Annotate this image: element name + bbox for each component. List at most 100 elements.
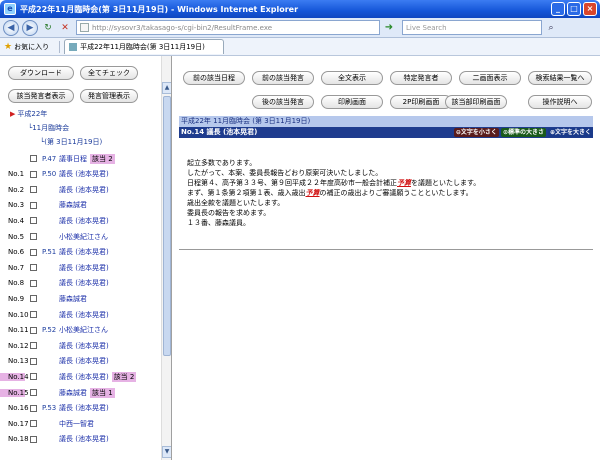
speaker-link[interactable]: 議長 (池本晃君) (59, 341, 109, 351)
list-item[interactable]: No.8 議長 (池本晃君) (0, 276, 160, 291)
speaker-link[interactable]: 議長 (池本晃君) (59, 372, 109, 382)
speech-checkbox[interactable] (30, 311, 37, 318)
list-item[interactable]: P.47 議事日程 該当 2 (0, 151, 160, 166)
speech-number: No.3 (8, 201, 25, 210)
prev-schedule-button[interactable]: 前の該当日程 (183, 71, 245, 85)
speech-checkbox[interactable] (30, 264, 37, 272)
prev-speech-button[interactable]: 前の該当発言 (252, 71, 314, 85)
speaker-link[interactable]: 議長 (池本晃君) (59, 247, 109, 257)
close-button[interactable]: × (583, 2, 597, 16)
list-item[interactable]: No.12 議長 (池本晃君) (0, 338, 160, 353)
speech-checkbox[interactable] (30, 326, 37, 334)
speaker-link[interactable]: 小松美紀江さん (59, 232, 108, 242)
list-item[interactable]: No.1 P.50 議長 (池本晃君) (0, 167, 160, 182)
check-all-button[interactable]: 全てチェック (80, 66, 138, 80)
list-item[interactable]: No.4 議長 (池本晃君) (0, 213, 160, 228)
stop-icon[interactable]: ✕ (58, 21, 72, 35)
speech-checkbox[interactable] (30, 435, 37, 443)
speaker-link[interactable]: 議事日程 (59, 154, 87, 164)
speaker-link[interactable]: 小松美紀江さん (59, 325, 108, 335)
list-item[interactable]: No.6 P.51 議長 (池本晃君) (0, 245, 160, 260)
list-item[interactable]: No.14 議長 (池本晃君) 該当 2 (0, 369, 160, 384)
list-item[interactable]: No.17 中西一智君 (0, 416, 160, 431)
divider (179, 249, 593, 250)
speaker-link[interactable]: 議長 (池本晃君) (59, 403, 109, 413)
speaker-link[interactable]: 議長 (池本晃君) (59, 185, 109, 195)
print-screen-button[interactable]: 印刷画面 (321, 95, 383, 109)
search-input[interactable]: Live Search (402, 20, 542, 35)
speaker-link[interactable]: 議長 (池本晃君) (59, 216, 109, 226)
forward-icon[interactable]: ▶ (22, 19, 38, 36)
search-icon[interactable]: ⌕ (544, 21, 558, 35)
speaker-link[interactable]: 議長 (池本晃君) (59, 310, 109, 320)
go-icon[interactable]: ➜ (382, 21, 396, 35)
speech-checkbox[interactable] (30, 389, 37, 396)
speech-checkbox[interactable] (30, 342, 37, 350)
refresh-icon[interactable]: ↻ (41, 21, 55, 35)
speech-checkbox[interactable] (30, 170, 37, 178)
specific-speaker-button[interactable]: 特定発言者 (390, 71, 452, 85)
speaker-link[interactable]: 議長 (池本晃君) (59, 278, 109, 288)
speech-checkbox[interactable] (30, 201, 37, 209)
speaker-link[interactable]: 藤森誠君 (59, 388, 87, 398)
speech-checkbox[interactable] (30, 373, 37, 381)
print-hits-button[interactable]: 該当部印刷画面 (445, 95, 507, 109)
minimize-button[interactable]: _ (551, 2, 565, 16)
scroll-thumb[interactable] (163, 96, 171, 356)
list-item[interactable]: No.16 P.53 議長 (池本晃君) (0, 401, 160, 416)
speaker-link[interactable]: 議長 (池本晃君) (59, 434, 109, 444)
page-number: P.47 (42, 154, 57, 163)
speech-checkbox[interactable] (30, 279, 37, 287)
show-speech-list-button[interactable]: 発言管理表示 (80, 89, 138, 103)
speaker-link[interactable]: 議長 (池本晃君) (59, 169, 109, 179)
list-item[interactable]: No.5 小松美紀江さん (0, 229, 160, 244)
favorites-button[interactable]: ★ お気に入り (4, 42, 49, 52)
speech-checkbox[interactable] (30, 233, 37, 240)
speaker-link[interactable]: 議長 (池本晃君) (59, 263, 109, 273)
scroll-up-icon[interactable]: ▲ (162, 82, 171, 94)
text-larger-button[interactable]: ⊕文字を大きく (547, 128, 593, 137)
tree-session[interactable]: └11月臨時会 (28, 123, 69, 133)
back-icon[interactable]: ◀ (3, 19, 19, 36)
list-item[interactable]: No.2 議長 (池本晃君) (0, 182, 160, 197)
speech-checkbox[interactable] (30, 217, 37, 225)
tree-day[interactable]: └(第 3日11月19日) (40, 137, 102, 147)
tree-year[interactable]: ▶ 平成22年 (10, 109, 47, 119)
list-item[interactable]: No.18 議長 (池本晃君) (0, 432, 160, 447)
address-input[interactable]: http://sysovr3/takasago-s/cgi-bin2/Resul… (76, 20, 380, 35)
browser-tab[interactable]: 平成22年11月臨時会(第 3日11月19日) (64, 39, 225, 54)
text-standard-button[interactable]: ⊙標準の大きさ (500, 128, 546, 137)
list-item[interactable]: No.11 P.52 小松美紀江さん (0, 323, 160, 338)
speech-checkbox[interactable] (30, 186, 37, 194)
speaker-link[interactable]: 議長 (池本晃君) (59, 356, 109, 366)
speech-checkbox[interactable] (30, 404, 37, 412)
list-item[interactable]: No.7 議長 (池本晃君) (0, 260, 160, 275)
speech-checkbox[interactable] (30, 155, 37, 162)
list-item[interactable]: No.15 藤森誠君 該当 1 (0, 385, 160, 400)
print-2p-button[interactable]: 2P印刷画面 (390, 95, 452, 109)
speaker-link[interactable]: 藤森誠君 (59, 294, 87, 304)
two-screen-button[interactable]: 二画面表示 (459, 71, 521, 85)
download-button[interactable]: ダウンロード (8, 66, 74, 80)
list-item[interactable]: No.13 議長 (池本晃君) (0, 354, 160, 369)
show-speakers-button[interactable]: 該当発言者表示 (8, 89, 74, 103)
back-to-results-button[interactable]: 検索結果一覧へ (528, 71, 592, 85)
speech-checkbox[interactable] (30, 420, 37, 428)
speech-number: No.13 (8, 357, 29, 366)
speaker-link[interactable]: 藤森誠君 (59, 200, 87, 210)
speech-checkbox[interactable] (30, 295, 37, 303)
next-speech-button[interactable]: 後の該当発言 (252, 95, 314, 109)
text-smaller-button[interactable]: ⊖文字を小さく (453, 128, 499, 137)
speech-checkbox[interactable] (30, 248, 37, 256)
maximize-button[interactable]: □ (567, 2, 581, 16)
scroll-down-icon[interactable]: ▼ (162, 446, 171, 458)
list-item[interactable]: No.3 藤森誠君 (0, 198, 160, 213)
favorites-label: お気に入り (14, 42, 50, 51)
list-item[interactable]: No.9 藤森誠君 (0, 291, 160, 306)
show-all-button[interactable]: 全文表示 (321, 71, 383, 85)
list-item[interactable]: No.10 議長 (池本晃君) (0, 307, 160, 322)
speaker-link[interactable]: 中西一智君 (59, 419, 94, 429)
left-scrollbar[interactable]: ▲ ▼ (161, 56, 171, 460)
speech-checkbox[interactable] (30, 357, 37, 365)
help-button[interactable]: 操作説明へ (528, 95, 592, 109)
